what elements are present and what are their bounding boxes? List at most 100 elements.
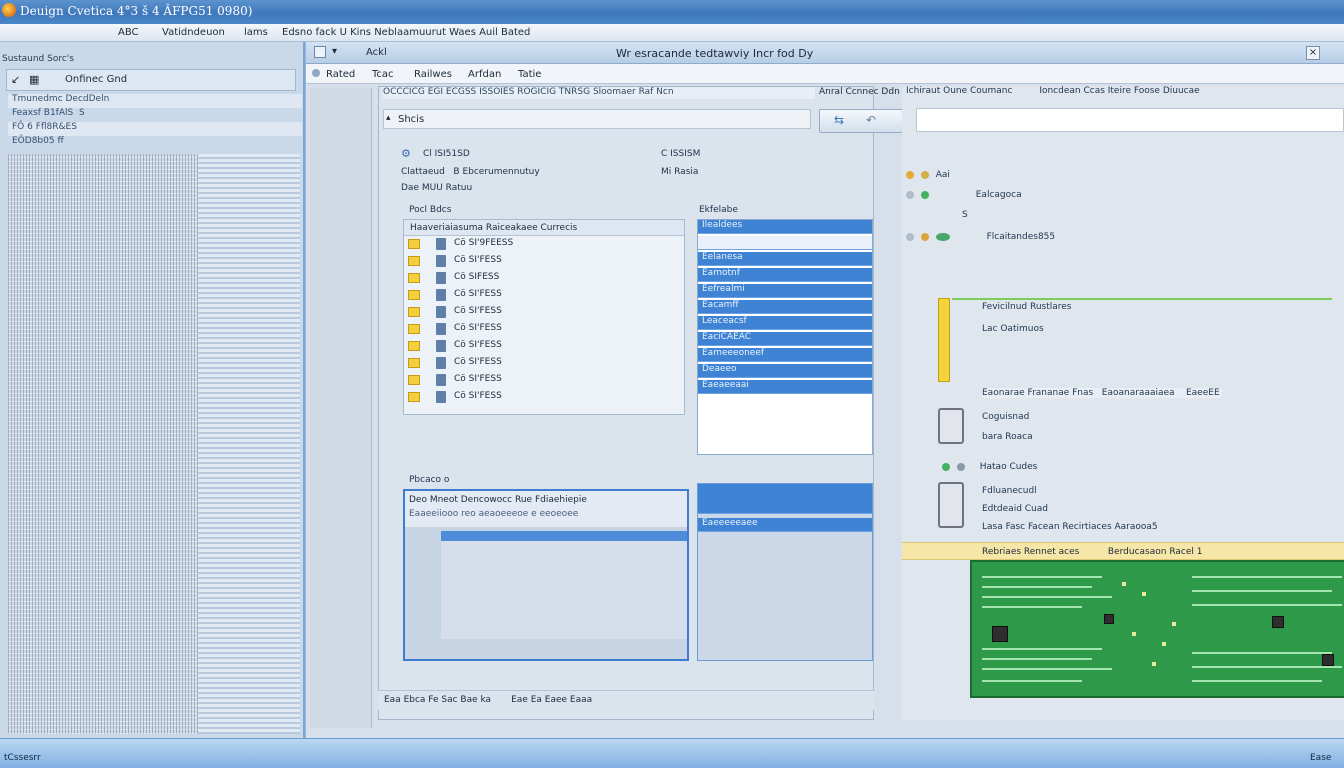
list-item[interactable]: EaciCAEAC [698,332,872,346]
list-item[interactable] [698,484,872,514]
file-icon [436,272,446,284]
table-row[interactable]: Cö SI'FESS [404,355,684,371]
left-canvas[interactable] [8,154,300,734]
table-row[interactable]: Cö SI'FESS [404,389,684,405]
list-item[interactable]: Deaeeo [698,364,872,378]
menu-item-validation[interactable]: Vatidndeuon [162,27,225,38]
table-row[interactable]: Cö SI'FESS [404,304,684,320]
pcb-chip [1322,654,1334,666]
menu-item-railwes[interactable]: Railwes [414,69,452,80]
left-row[interactable]: FÔ 6 Ffl8R&ES [8,122,302,136]
banner-row[interactable]: Eaonarae Frananae Fnas Eaoanaraaaiaea Ea… [982,388,1222,398]
center-toolbar-b[interactable]: C ISSISM [661,149,700,159]
left-toolbar[interactable]: ↙ ▦ Onfinec Gnd [6,69,296,91]
status-bar: Eaa Ebca Fe Sac Bae ka Eae Ea Eaee Eaaa [378,690,874,710]
pcb-pad [1142,592,1146,596]
list-item[interactable]: Eefrealmi [698,284,872,298]
highlight-text: Rebriaes Rennet aces Berducasaon Racel 1 [982,547,1203,557]
menu-item-tcac[interactable]: Tcac [372,69,394,80]
close-icon[interactable]: × [1306,46,1320,60]
status-dot-icon [956,462,965,471]
pcb-preview[interactable] [970,560,1344,698]
list-item[interactable]: Eelanesa [698,252,872,266]
path-bar[interactable]: OCCCICG EGI ECGSS ISSOIES ROGICIG TNRSG … [383,87,815,99]
outer-menubar: ABC Vatidndeuon lams Edsno fack U Kins N… [0,24,1344,42]
address-label: Shcis [398,114,425,125]
grid-icon[interactable]: ▦ [29,73,39,86]
table-row[interactable]: Cö SI'FESS [404,372,684,388]
radio-icon[interactable] [312,69,320,77]
left-row[interactable]: Tmunedmc DecdDeln [8,94,302,108]
table-row[interactable]: Cö SIFESS [404,270,684,286]
pcb-trace [1192,590,1332,592]
left-row[interactable]: EÕD8b05 ff [8,136,302,150]
pcb-trace [1192,604,1342,606]
folder-icon [408,239,420,249]
table-row[interactable]: Cö SI'FESS [404,338,684,354]
nav-button[interactable]: ⇆ ↶ [819,109,905,133]
list-item[interactable]: Eameeeoneef [698,348,872,362]
prop-row[interactable]: S [962,210,1344,220]
right-path-a: Ichiraut Oune Coumanc [906,86,1013,96]
circle-icon[interactable] [920,170,929,179]
window-menu-icon[interactable] [314,46,326,58]
selection-line [952,298,1332,300]
menu-item-lams[interactable]: lams [244,27,268,38]
inner-short-title: Ackl [366,47,387,58]
menu-item-arfdan[interactable]: Arfdan [468,69,501,80]
pcb-chip [992,626,1008,642]
taskbar: tCssesrr Ease [0,738,1344,768]
pcb-pad [1172,622,1176,626]
arrow-icon[interactable]: ↙ [11,73,20,86]
prop-row[interactable]: Flcaitandes855 [906,232,1344,242]
taskbar-tray[interactable]: Ease [1310,753,1331,763]
table-row[interactable]: Cö SI'FESS [404,287,684,303]
status-dot-icon [906,190,914,199]
back-arrow-icon[interactable]: ⇆ [834,113,844,127]
bottom-list-selection[interactable] [441,531,687,541]
right-panel: Ichiraut Oune Coumanc Ioncdean Ccas Itei… [902,86,1344,720]
list-item[interactable]: Leaceacsf [698,316,872,330]
pcb-trace [982,668,1112,670]
inner-menubar: Rated Tcac Railwes Arfdan Tatie [306,64,1344,84]
list-item[interactable]: Ilealdees [698,220,872,234]
tool-icon[interactable]: ⚙ [401,147,411,160]
bottom-list-body[interactable] [441,541,687,639]
menu-item-rated[interactable]: Rated [326,69,355,80]
menu-item-tatie[interactable]: Tatie [518,69,541,80]
outer-titlebar: Deuign Cvetica 4°3 š 4 ÂFPG51 0980) [0,0,1344,24]
toggle-icon[interactable] [935,232,950,241]
list-item[interactable]: Eaeeeeeaee [698,518,872,532]
inner-window-title: Wr esracande tedtawviy Incr fod Dy [616,47,814,60]
highlight-row[interactable]: Rebriaes Rennet aces Berducasaon Racel 1 [902,542,1344,560]
prop-row[interactable]: Ealcagoca [906,190,1344,200]
pcb-trace [982,596,1112,598]
warning-icon[interactable] [906,170,914,179]
sub-label: Pbcaco o [409,475,450,485]
device-icon [938,482,964,528]
right-input[interactable] [916,108,1344,132]
menu-item-abc[interactable]: ABC [118,27,139,38]
pcb-trace [982,586,1092,588]
right-path-bar[interactable]: Ichiraut Oune Coumanc Ioncdean Ccas Itei… [906,86,1344,98]
list-item[interactable] [698,236,872,250]
pcb-chip [1272,616,1284,628]
tree-gutter [310,88,372,728]
address-row[interactable]: ▴ Shcis [383,109,811,129]
group-c-line: Fdluanecudl [982,486,1037,496]
center-toolbar-a[interactable]: Cl ISI51SD [423,149,470,159]
success-icon [920,190,929,199]
table-row[interactable]: Cö SI'FESS [404,253,684,269]
left-row[interactable]: Feaxsf B1fAlS S [8,108,302,122]
table-row[interactable]: Cö SI'9FEESS [404,236,684,252]
device-icon [938,408,964,444]
menu-item-extras[interactable]: Edsno fack U Kins Neblaamuurut Waes Auil… [282,27,530,38]
taskbar-start[interactable]: tCssesrr [4,753,41,763]
table-row[interactable]: Cö SI'FESS [404,321,684,337]
right-toolbar[interactable]: Aai [906,170,1344,180]
list-item[interactable]: Eamotnf [698,268,872,282]
list-item[interactable]: Eacamff [698,300,872,314]
list-item[interactable]: Eaeaeeaai [698,380,872,394]
dropdown-icon[interactable]: ▾ [332,46,337,57]
refresh-icon[interactable]: ↶ [866,113,876,127]
